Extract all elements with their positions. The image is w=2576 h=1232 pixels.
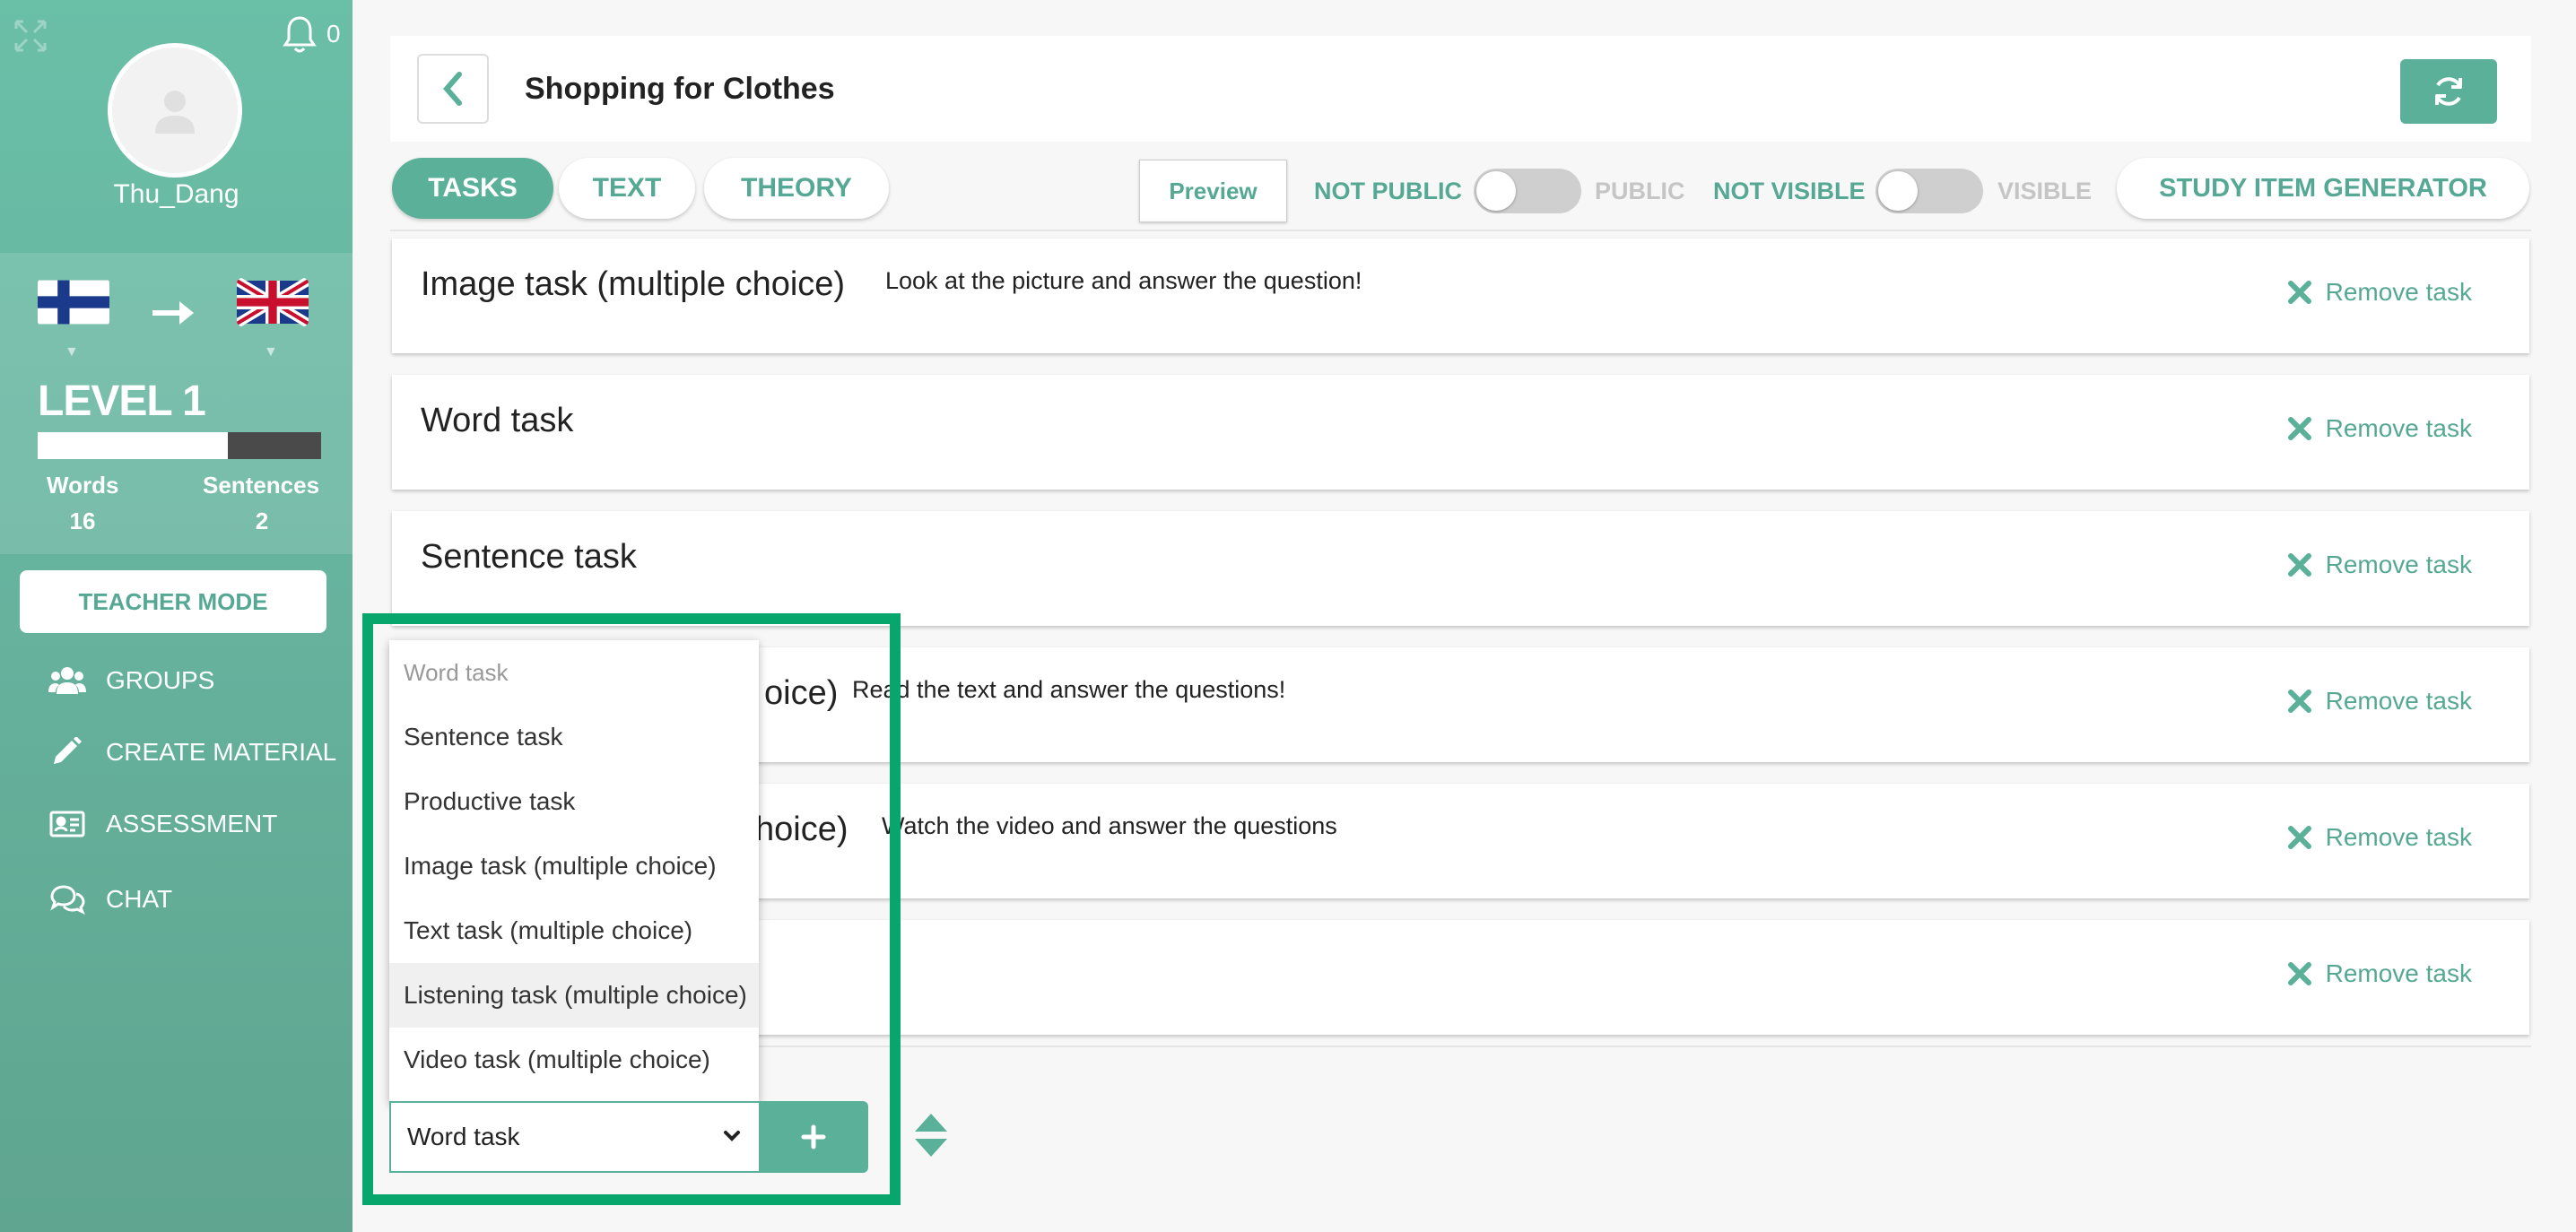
task-card: Sentence task Remove task: [392, 511, 2529, 626]
words-label: Words: [47, 472, 119, 499]
toggle-knob: [1476, 171, 1516, 211]
close-icon: [2287, 826, 2311, 849]
remove-task-button[interactable]: Remove task: [2286, 414, 2472, 443]
remove-task-label: Remove task: [2325, 414, 2472, 442]
words-count: 16: [69, 508, 96, 534]
teacher-mode-button[interactable]: TEACHER MODE: [20, 570, 326, 633]
nav-groups[interactable]: GROUPS: [48, 665, 214, 696]
refresh-icon: [2435, 77, 2462, 106]
remove-task-label: Remove task: [2325, 823, 2472, 851]
avatar[interactable]: [108, 43, 242, 178]
remove-task-button[interactable]: Remove task: [2286, 959, 2472, 988]
bell-icon[interactable]: [282, 14, 318, 54]
divider: [390, 230, 2531, 231]
task-title: Word task: [421, 402, 574, 439]
close-icon: [2287, 281, 2311, 304]
page-title: Shopping for Clothes: [525, 72, 835, 106]
task-description: Look at the picture and answer the quest…: [885, 267, 1362, 294]
sentences-label: Sentences: [203, 472, 320, 499]
nav-label: ASSESSMENT: [106, 810, 278, 837]
visible-toggle[interactable]: [1875, 169, 1983, 213]
dropdown-option-sentence-task[interactable]: Sentence task: [389, 705, 759, 769]
arrow-right-icon: [152, 301, 194, 325]
task-description: Watch the video and answer the questions: [882, 812, 1337, 839]
remove-task-label: Remove task: [2325, 278, 2472, 306]
nav-chat[interactable]: CHAT: [48, 884, 172, 915]
remove-task-label: Remove task: [2325, 687, 2472, 715]
dropdown-option-word-task[interactable]: Word task: [389, 640, 759, 705]
remove-task-button[interactable]: Remove task: [2286, 823, 2472, 852]
task-type-dropdown-list: Word task Sentence task Productive task …: [389, 640, 759, 1103]
username: Thu_Dang: [113, 179, 239, 209]
tab-tasks[interactable]: TASKS: [392, 158, 553, 219]
not-visible-label: NOT VISIBLE: [1713, 178, 1866, 204]
sidebar: 0 Thu_Dang ▼ ▼ LEVEL 1 Words Sentences 1…: [0, 0, 352, 1232]
visible-label: VISIBLE: [1997, 178, 2093, 204]
preview-button[interactable]: Preview: [1139, 160, 1287, 222]
remove-task-button[interactable]: Remove task: [2286, 278, 2472, 307]
select-value: Word task: [407, 1123, 520, 1150]
close-icon: [2287, 553, 2311, 577]
back-button[interactable]: [417, 54, 489, 124]
nav-create-material[interactable]: CREATE MATERIAL: [48, 737, 336, 768]
pencil-icon: [54, 737, 82, 764]
expand-icon[interactable]: [13, 18, 48, 54]
chevron-left-icon: [443, 72, 462, 106]
add-task-button[interactable]: [759, 1101, 868, 1173]
sort-icon[interactable]: [913, 1112, 949, 1158]
remove-task-button[interactable]: Remove task: [2286, 687, 2472, 716]
language-level-panel: ▼ ▼ LEVEL 1 Words Sentences 16 2: [0, 253, 352, 554]
remove-task-label: Remove task: [2325, 551, 2472, 578]
nav-label: CREATE MATERIAL: [106, 738, 337, 766]
dropdown-option-listening-task[interactable]: Listening task (multiple choice): [389, 963, 759, 1028]
task-title: Sentence task: [421, 538, 637, 576]
level-label: LEVEL 1: [38, 377, 206, 425]
level-progress-fill: [38, 432, 228, 459]
public-label: PUBLIC: [1595, 178, 1685, 204]
level-progress-bar: [38, 432, 321, 459]
tabs-toolbar: TASKS TEXT THEORY Preview NOT PUBLIC PUB…: [390, 158, 2531, 230]
finnish-flag-icon[interactable]: [38, 278, 109, 326]
remove-task-label: Remove task: [2325, 959, 2472, 987]
nav-assessment[interactable]: ASSESSMENT: [48, 809, 277, 839]
public-toggle[interactable]: [1474, 169, 1581, 213]
tab-theory[interactable]: THEORY: [704, 158, 889, 219]
close-icon: [2287, 690, 2311, 713]
chevron-down-icon[interactable]: ▼: [264, 344, 278, 360]
dropdown-option-text-task[interactable]: Text task (multiple choice): [389, 898, 759, 963]
nav-label: CHAT: [106, 885, 173, 913]
tab-text[interactable]: TEXT: [559, 158, 695, 219]
chevron-down-icon: [724, 1131, 740, 1141]
page-header: Shopping for Clothes: [390, 36, 2531, 142]
dropdown-option-productive-task[interactable]: Productive task: [389, 769, 759, 834]
task-title: Image task (multiple choice): [421, 265, 846, 303]
notification-count: 0: [326, 20, 341, 48]
task-type-select[interactable]: Word task: [389, 1101, 761, 1173]
close-icon: [2287, 417, 2311, 440]
task-description: Read the text and answer the questions!: [852, 676, 1286, 703]
sentences-count: 2: [255, 508, 269, 534]
close-icon: [2287, 962, 2311, 985]
refresh-button[interactable]: [2400, 59, 2497, 124]
task-card: Word task Remove task: [392, 375, 2529, 490]
chevron-down-icon[interactable]: ▼: [65, 344, 79, 360]
task-card: Image task (multiple choice) Look at the…: [392, 239, 2529, 353]
groups-icon: [48, 667, 86, 694]
notifications[interactable]: 0: [282, 14, 341, 54]
chat-icon: [50, 885, 85, 915]
toggle-knob: [1878, 171, 1918, 211]
uk-flag-icon[interactable]: [237, 278, 309, 326]
not-public-label: NOT PUBLIC: [1314, 178, 1462, 204]
dropdown-option-video-task[interactable]: Video task (multiple choice): [389, 1028, 759, 1092]
study-item-generator-button[interactable]: STUDY ITEM GENERATOR: [2117, 158, 2529, 219]
remove-task-button[interactable]: Remove task: [2286, 551, 2472, 579]
plus-icon: [801, 1124, 826, 1150]
id-card-icon: [49, 811, 85, 837]
dropdown-option-image-task[interactable]: Image task (multiple choice): [389, 834, 759, 898]
nav-label: GROUPS: [106, 666, 215, 694]
